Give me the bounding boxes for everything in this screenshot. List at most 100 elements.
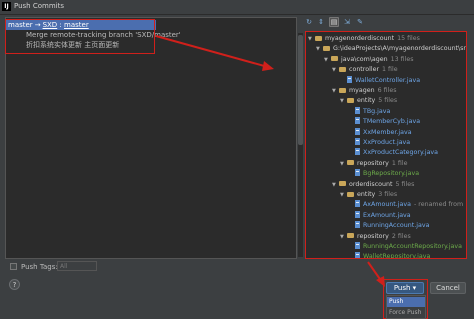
scroll-thumb[interactable] bbox=[298, 35, 303, 145]
tags-select[interactable]: All bbox=[57, 261, 97, 271]
expand-triangle-icon[interactable]: ▼ bbox=[340, 232, 347, 242]
tree-folder-row[interactable]: ▼ repository 1 file bbox=[340, 159, 407, 169]
expand-triangle-icon[interactable]: ▼ bbox=[308, 34, 315, 44]
tree-folder-row[interactable]: ▼ entity 5 files bbox=[340, 96, 397, 106]
expand-triangle-icon[interactable]: ▼ bbox=[332, 180, 339, 190]
java-file-icon bbox=[355, 138, 360, 145]
tree-folder-row[interactable]: ▼ myagen 6 files bbox=[332, 86, 396, 96]
group-by-directory-icon[interactable]: ▤ bbox=[329, 17, 339, 27]
tree-item-count: 13 files bbox=[390, 55, 414, 63]
tree-file-row[interactable]: RunningAccount.java bbox=[348, 221, 429, 231]
tree-item-count: 15 files bbox=[397, 35, 420, 42]
tree-folder-row[interactable]: ▼ entity 3 files bbox=[340, 190, 397, 200]
folder-icon bbox=[315, 35, 322, 41]
changed-files-tree: ▼ myagenorderdiscount 15 files ▼ G:\ideaProj… bbox=[305, 31, 467, 259]
java-file-icon bbox=[355, 169, 360, 177]
tree-file-row[interactable]: ExAmount.java bbox=[348, 210, 411, 221]
tree-file-row[interactable]: BgRepository.java bbox=[348, 169, 419, 179]
show-diff-icon[interactable]: ✎ bbox=[355, 17, 365, 27]
tree-item-count: 1 file bbox=[382, 66, 398, 74]
push-dropdown-menu: Push Force Push bbox=[386, 295, 426, 319]
tree-item-label: entity bbox=[357, 191, 376, 198]
java-file-icon bbox=[355, 106, 360, 114]
annotation-arrow-2 bbox=[367, 261, 383, 283]
java-file-icon bbox=[355, 242, 360, 249]
collapse-icon[interactable]: ⇲ bbox=[342, 17, 352, 27]
tree-item-count: - renamed from bbox=[413, 201, 464, 209]
expand-triangle-icon[interactable]: ▼ bbox=[332, 65, 339, 75]
folder-icon bbox=[347, 191, 354, 197]
tree-folder-row[interactable]: ▼ controller 1 file bbox=[332, 65, 398, 75]
tree-file-row[interactable]: XxMember.java bbox=[348, 127, 412, 138]
tree-item-label: G:\ideaProjects\A\myagenorderdiscount\sr… bbox=[333, 45, 467, 53]
tree-file-row[interactable]: WalletRepository.java bbox=[348, 252, 430, 258]
push-tags-checkbox[interactable] bbox=[10, 263, 17, 270]
expand-triangle-icon[interactable]: ▼ bbox=[332, 86, 339, 96]
tree-item-label: myagen bbox=[349, 87, 375, 94]
tree-item-label: RunningAccountRepository.java bbox=[363, 243, 463, 250]
tree-item-label: XxProduct.java bbox=[363, 139, 411, 146]
java-file-icon bbox=[355, 148, 360, 156]
push-tags-label: Push Tags: bbox=[21, 263, 58, 271]
java-file-icon bbox=[355, 117, 360, 125]
push-tags-row[interactable]: Push Tags: bbox=[10, 262, 58, 272]
expand-triangle-icon[interactable]: ▼ bbox=[340, 96, 347, 106]
help-icon[interactable]: ? bbox=[9, 279, 20, 290]
cancel-button[interactable]: Cancel bbox=[430, 282, 466, 294]
tree-item-label: AxAmount.java bbox=[363, 201, 411, 209]
tree-folder-row[interactable]: ▼ myagenorderdiscount 15 files bbox=[308, 34, 420, 44]
menu-item-force-push[interactable]: Force Push bbox=[387, 308, 425, 318]
push-button-label: Push bbox=[393, 284, 411, 292]
folder-icon bbox=[339, 87, 346, 93]
tree-folder-row[interactable]: ▼ java\com\agen 13 files bbox=[324, 55, 414, 65]
menu-item-push[interactable]: Push bbox=[387, 297, 425, 307]
tree-file-row[interactable]: RunningAccountRepository.java bbox=[348, 242, 462, 252]
tree-folder-row[interactable]: ▼ repository 2 files bbox=[340, 232, 411, 242]
tree-item-label: myagenorderdiscount bbox=[325, 35, 395, 42]
folder-icon bbox=[347, 160, 354, 166]
title-bar: IJ Push Commits bbox=[0, 0, 474, 15]
tree-item-count: 1 file bbox=[391, 159, 408, 167]
folder-icon bbox=[347, 97, 354, 103]
tree-item-count: 5 files bbox=[378, 97, 398, 105]
tree-file-row[interactable]: XxProductCategory.java bbox=[348, 148, 438, 158]
java-file-icon bbox=[355, 200, 360, 208]
commits-scrollbar[interactable] bbox=[298, 33, 303, 257]
tree-folder-row[interactable]: ▼ orderdiscount 5 files bbox=[332, 180, 414, 190]
tree-file-row[interactable]: TMemberCyb.java bbox=[348, 117, 420, 127]
folder-icon bbox=[339, 66, 346, 72]
commits-annotation-box bbox=[5, 19, 155, 54]
tree-item-label: WalletController.java bbox=[355, 76, 421, 84]
tree-item-label: TMemberCyb.java bbox=[363, 118, 421, 126]
tree-file-row[interactable]: XxProduct.java bbox=[348, 138, 410, 148]
java-file-icon bbox=[355, 127, 360, 135]
tree-folder-row[interactable]: ▼ G:\ideaProjects\A\myagenorderdiscount\s… bbox=[316, 44, 467, 54]
tree-file-row[interactable]: TBg.java bbox=[348, 106, 391, 117]
window-title: Push Commits bbox=[14, 2, 64, 10]
expand-triangle-icon[interactable]: ▼ bbox=[324, 55, 331, 65]
expand-all-icon[interactable]: ⇕ bbox=[316, 17, 326, 27]
tree-item-label: TBg.java bbox=[363, 107, 391, 115]
push-button[interactable]: Push ▾ bbox=[386, 282, 424, 294]
tree-file-row[interactable]: WalletController.java bbox=[340, 75, 421, 86]
folder-icon bbox=[331, 56, 338, 62]
tree-item-label: XxMember.java bbox=[363, 128, 412, 136]
caret-down-icon: ▾ bbox=[412, 284, 417, 292]
refresh-icon[interactable]: ↻ bbox=[304, 17, 314, 27]
expand-triangle-icon[interactable]: ▼ bbox=[316, 44, 323, 54]
expand-triangle-icon[interactable]: ▼ bbox=[340, 190, 347, 200]
tree-file-row[interactable]: AxAmount.java - renamed from bbox=[348, 200, 463, 210]
tree-item-label: XxProductCategory.java bbox=[363, 149, 439, 157]
tree-item-label: repository bbox=[357, 159, 389, 167]
folder-icon bbox=[347, 233, 354, 239]
tree-item-label: entity bbox=[357, 97, 376, 105]
tree-item-label: controller bbox=[349, 66, 380, 74]
intellij-logo-icon: IJ bbox=[2, 2, 11, 11]
tree-item-label: RunningAccount.java bbox=[363, 222, 430, 230]
expand-triangle-icon[interactable]: ▼ bbox=[340, 159, 347, 169]
tree-item-label: BgRepository.java bbox=[363, 170, 420, 178]
tree-item-count: 5 files bbox=[395, 180, 415, 188]
java-file-icon bbox=[347, 75, 352, 83]
tree-item-count: 2 files bbox=[391, 232, 411, 240]
tree-item-label: orderdiscount bbox=[349, 180, 393, 188]
